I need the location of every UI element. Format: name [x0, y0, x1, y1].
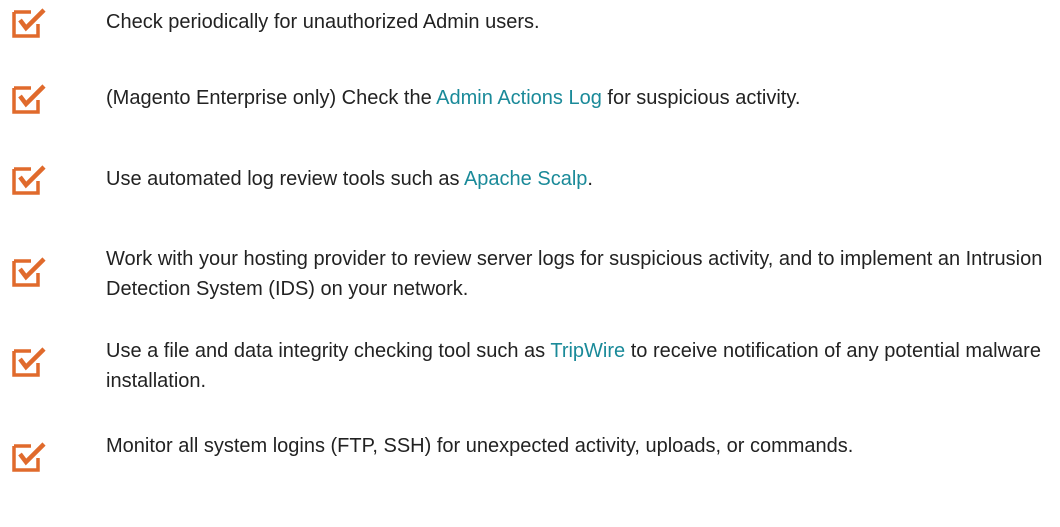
checklist-item-text: Use a file and data integrity checking t…: [106, 336, 1046, 396]
checked-box-icon: [12, 8, 46, 38]
item-text-before: (Magento Enterprise only) Check the: [106, 87, 437, 109]
checklist-item-text: Use automated log review tools such as A…: [106, 164, 1046, 194]
security-checklist: Check periodically for unauthorized Admi…: [0, 0, 1060, 527]
checklist-item-text: Check periodically for unauthorized Admi…: [106, 7, 1046, 37]
checked-box-icon: [12, 84, 46, 114]
item-text-before: Monitor all system logins (FTP, SSH) for…: [106, 435, 854, 457]
checklist-item-text: Work with your hosting provider to revie…: [106, 244, 1046, 304]
item-text-after: .: [587, 168, 593, 190]
checklist-item-text: (Magento Enterprise only) Check the Admi…: [106, 83, 1046, 113]
apache-scalp-link[interactable]: Apache Scalp: [464, 168, 587, 190]
tripwire-link[interactable]: TripWire: [550, 340, 625, 362]
checked-box-icon: [12, 347, 46, 377]
item-text-before: Use automated log review tools such as: [106, 168, 464, 190]
checklist-item-text: Monitor all system logins (FTP, SSH) for…: [106, 431, 966, 461]
checked-box-icon: [12, 165, 46, 195]
item-text-before: Check periodically for unauthorized Admi…: [106, 11, 540, 33]
item-text-before: Use a file and data integrity checking t…: [106, 340, 551, 362]
item-text-before: Work with your hosting provider to revie…: [106, 248, 1043, 300]
checked-box-icon: [12, 442, 46, 472]
admin-actions-log-link[interactable]: Admin Actions Log: [436, 87, 602, 109]
checked-box-icon: [12, 257, 46, 287]
item-text-after: for suspicious activity.: [601, 87, 801, 109]
